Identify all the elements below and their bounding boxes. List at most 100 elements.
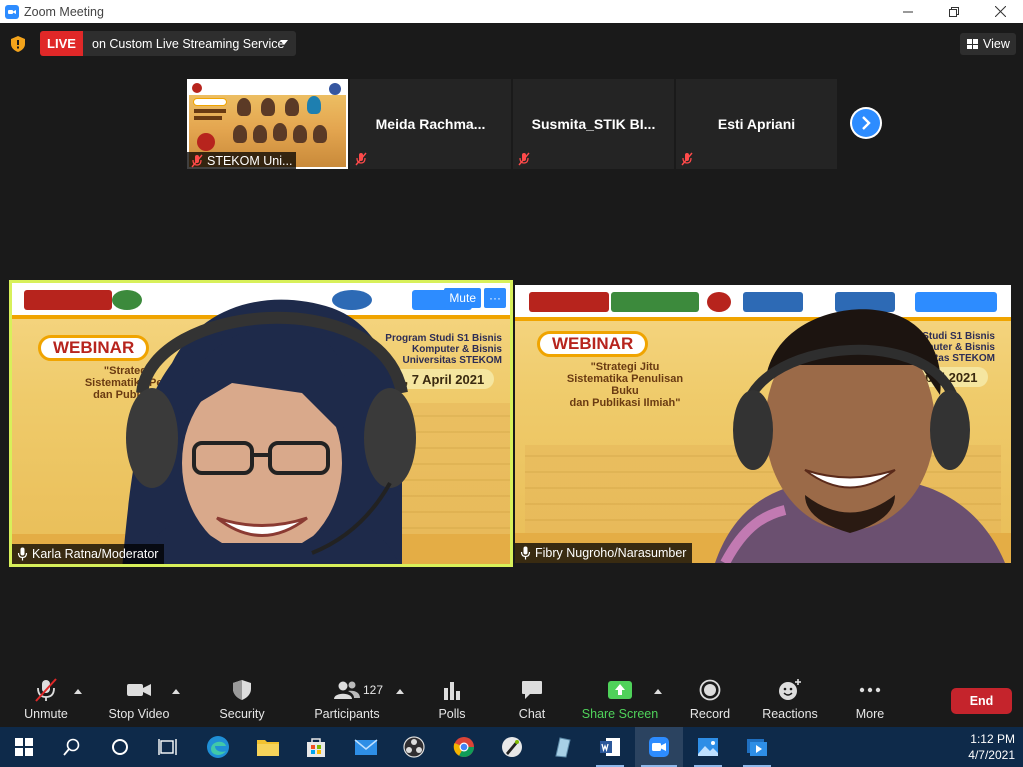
chat-label: Chat xyxy=(518,707,546,721)
taskbar-zoom[interactable] xyxy=(635,727,683,767)
participant-name: Karla Ratna/Moderator xyxy=(32,547,159,561)
participant-name: Fibry Nugroho/Narasumber xyxy=(535,546,687,560)
taskbar-store[interactable] xyxy=(292,727,340,767)
more-button[interactable]: More xyxy=(848,675,892,727)
minimize-icon xyxy=(903,11,913,12)
start-button[interactable] xyxy=(0,727,48,767)
media-player-icon xyxy=(747,739,767,756)
close-button[interactable] xyxy=(977,0,1023,23)
search-button[interactable] xyxy=(48,727,96,767)
view-button[interactable]: View xyxy=(960,33,1016,55)
security-label: Security xyxy=(219,707,265,721)
reactions-smiley-icon xyxy=(779,679,801,700)
next-page-button[interactable] xyxy=(850,107,882,139)
thumbnail-name: Meida Rachma... xyxy=(375,116,486,132)
end-meeting-button[interactable]: End xyxy=(951,688,1012,714)
live-badge[interactable]: LIVE xyxy=(40,31,83,56)
microphone-icon xyxy=(520,546,531,560)
thumbnail-caption: STEKOM Uni... xyxy=(187,152,296,169)
taskbar-pen-app[interactable] xyxy=(488,727,536,767)
taskbar-edge-browser[interactable] xyxy=(194,727,242,767)
reactions-label: Reactions xyxy=(762,707,818,721)
share-screen-label: Share Screen xyxy=(581,707,659,721)
live-stream-label: on Custom Live Streaming Service xyxy=(92,36,285,51)
share-screen-icon xyxy=(608,681,632,699)
taskbar-mail[interactable] xyxy=(342,727,390,767)
word-document-icon xyxy=(600,738,620,756)
restore-button[interactable] xyxy=(931,0,977,23)
participant-name-tag: Karla Ratna/Moderator xyxy=(12,544,165,564)
security-button[interactable]: Security xyxy=(214,675,270,727)
more-options-button[interactable]: ··· xyxy=(484,288,506,308)
meeting-area: LIVE on Custom Live Streaming Service Vi… xyxy=(0,23,1023,675)
edge-browser-icon xyxy=(207,736,229,758)
thumbnail-tile[interactable]: STEKOM Uni... xyxy=(187,79,348,169)
participant-video-woman xyxy=(122,299,416,564)
mute-participant-button[interactable]: Mute xyxy=(444,288,481,308)
shield-icon xyxy=(233,680,251,700)
mail-envelope-icon xyxy=(354,739,378,755)
window-title: Zoom Meeting xyxy=(24,4,104,19)
grid-view-icon xyxy=(967,39,978,49)
record-label: Record xyxy=(689,707,731,721)
live-stream-dropdown[interactable]: on Custom Live Streaming Service xyxy=(83,31,296,56)
task-view-icon xyxy=(158,739,177,755)
task-view-button[interactable] xyxy=(144,727,192,767)
thumbnail-tile[interactable]: Susmita_STIK BI... xyxy=(513,79,674,169)
muted-mic-icon xyxy=(355,152,367,166)
cortana-circle-icon xyxy=(112,739,128,755)
share-screen-button[interactable]: Share Screen xyxy=(581,675,659,727)
participant-video-man xyxy=(715,309,1005,563)
polls-bar-chart-icon xyxy=(444,682,460,700)
minimize-button[interactable] xyxy=(885,0,931,23)
participants-icon xyxy=(334,681,360,699)
record-icon xyxy=(699,679,721,701)
share-options-caret[interactable] xyxy=(654,689,662,694)
windows-logo-icon xyxy=(15,738,33,756)
zoom-app-icon xyxy=(649,737,669,757)
system-clock[interactable]: 1:12 PM 4/7/2021 xyxy=(968,731,1015,763)
record-button[interactable]: Record xyxy=(688,675,732,727)
more-dots-icon xyxy=(859,687,881,693)
chevron-down-icon xyxy=(280,40,288,45)
video-options-caret[interactable] xyxy=(172,689,180,694)
thumbnail-tile[interactable]: Meida Rachma... xyxy=(350,79,511,169)
taskbar-word[interactable] xyxy=(586,727,634,767)
taskbar-notes-app[interactable] xyxy=(538,727,586,767)
muted-mic-icon xyxy=(681,152,693,166)
title-bar: Zoom Meeting xyxy=(0,0,1023,23)
microphone-icon xyxy=(17,547,28,561)
thumbnail-name: STEKOM Uni... xyxy=(207,153,293,168)
reactions-button[interactable]: Reactions xyxy=(762,675,818,727)
video-tile[interactable]: WEBINAR "Strategi Jitu Sistematika Penuli… xyxy=(515,285,1011,563)
video-tile-active-speaker[interactable]: WEBINAR "Strategi Sistematika Pen dan Publ… xyxy=(9,280,513,567)
restore-icon xyxy=(949,6,959,17)
stop-video-button[interactable]: Stop Video xyxy=(104,675,174,727)
thumbnail-tile[interactable]: Esti Apriani xyxy=(676,79,837,169)
cortana-button[interactable] xyxy=(96,727,144,767)
muted-mic-icon xyxy=(518,152,530,166)
taskbar-file-explorer[interactable] xyxy=(244,727,292,767)
folder-icon xyxy=(257,740,279,756)
chat-button[interactable]: Chat xyxy=(510,675,554,727)
polls-button[interactable]: Polls xyxy=(430,675,474,727)
participants-options-caret[interactable] xyxy=(396,689,404,694)
muted-mic-icon xyxy=(35,678,57,702)
taskbar-obs[interactable] xyxy=(390,727,438,767)
unmute-button[interactable]: Unmute xyxy=(18,675,74,727)
taskbar-photos[interactable] xyxy=(684,727,732,767)
clock-date: 4/7/2021 xyxy=(968,748,1015,762)
participant-count: 127 xyxy=(363,683,384,697)
audio-options-caret[interactable] xyxy=(74,689,82,694)
polls-label: Polls xyxy=(438,707,466,721)
security-shield-icon[interactable] xyxy=(11,36,25,52)
more-label: More xyxy=(855,707,885,721)
zoom-app-icon xyxy=(5,4,19,19)
search-icon xyxy=(63,738,80,756)
participant-thumbnail-strip: STEKOM Uni... Meida Rachma... Susmita_ST… xyxy=(187,79,837,169)
taskbar-chrome[interactable] xyxy=(440,727,488,767)
windows-taskbar: 1:12 PM 4/7/2021 xyxy=(0,727,1023,767)
chevron-right-icon xyxy=(862,116,871,130)
participants-label: Participants xyxy=(314,707,380,721)
taskbar-media-player[interactable] xyxy=(733,727,781,767)
